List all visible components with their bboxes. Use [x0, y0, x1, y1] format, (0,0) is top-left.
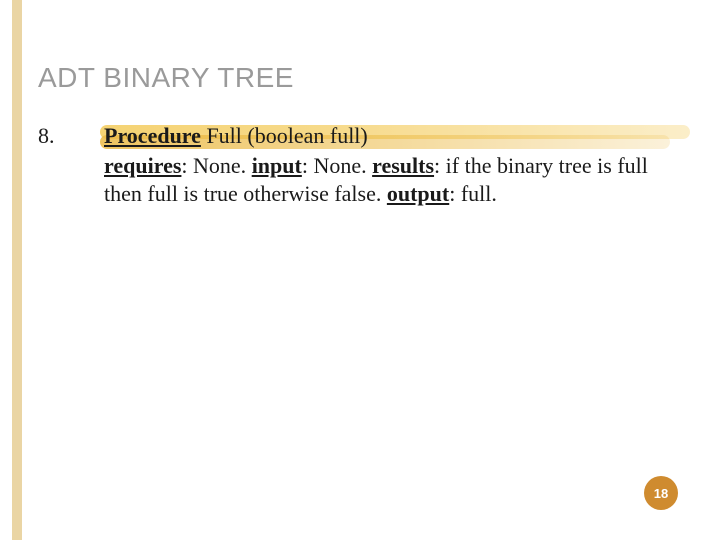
list-item: 8. Procedure Full (boolean full) require…: [38, 122, 660, 208]
slide-title: ADT BINARY TREE: [38, 62, 660, 94]
kw-input: input: [252, 153, 302, 178]
procedure-heading: Procedure Full (boolean full): [104, 122, 660, 150]
kw-results: results: [372, 153, 434, 178]
kw-requires: requires: [104, 153, 181, 178]
item-number: 8.: [38, 122, 78, 150]
page-number-badge: 18: [644, 476, 678, 510]
val-requires: : None.: [181, 153, 251, 178]
item-body: Procedure Full (boolean full) requires: …: [104, 122, 660, 208]
procedure-body: requires: None. input: None. results: if…: [104, 152, 660, 208]
procedure-keyword: Procedure: [104, 123, 201, 148]
kw-output: output: [387, 181, 449, 206]
val-input: : None.: [302, 153, 372, 178]
slide-content: ADT BINARY TREE 8. Procedure Full (boole…: [0, 0, 720, 540]
val-output: : full.: [449, 181, 497, 206]
procedure-signature: Full (boolean full): [201, 123, 368, 148]
